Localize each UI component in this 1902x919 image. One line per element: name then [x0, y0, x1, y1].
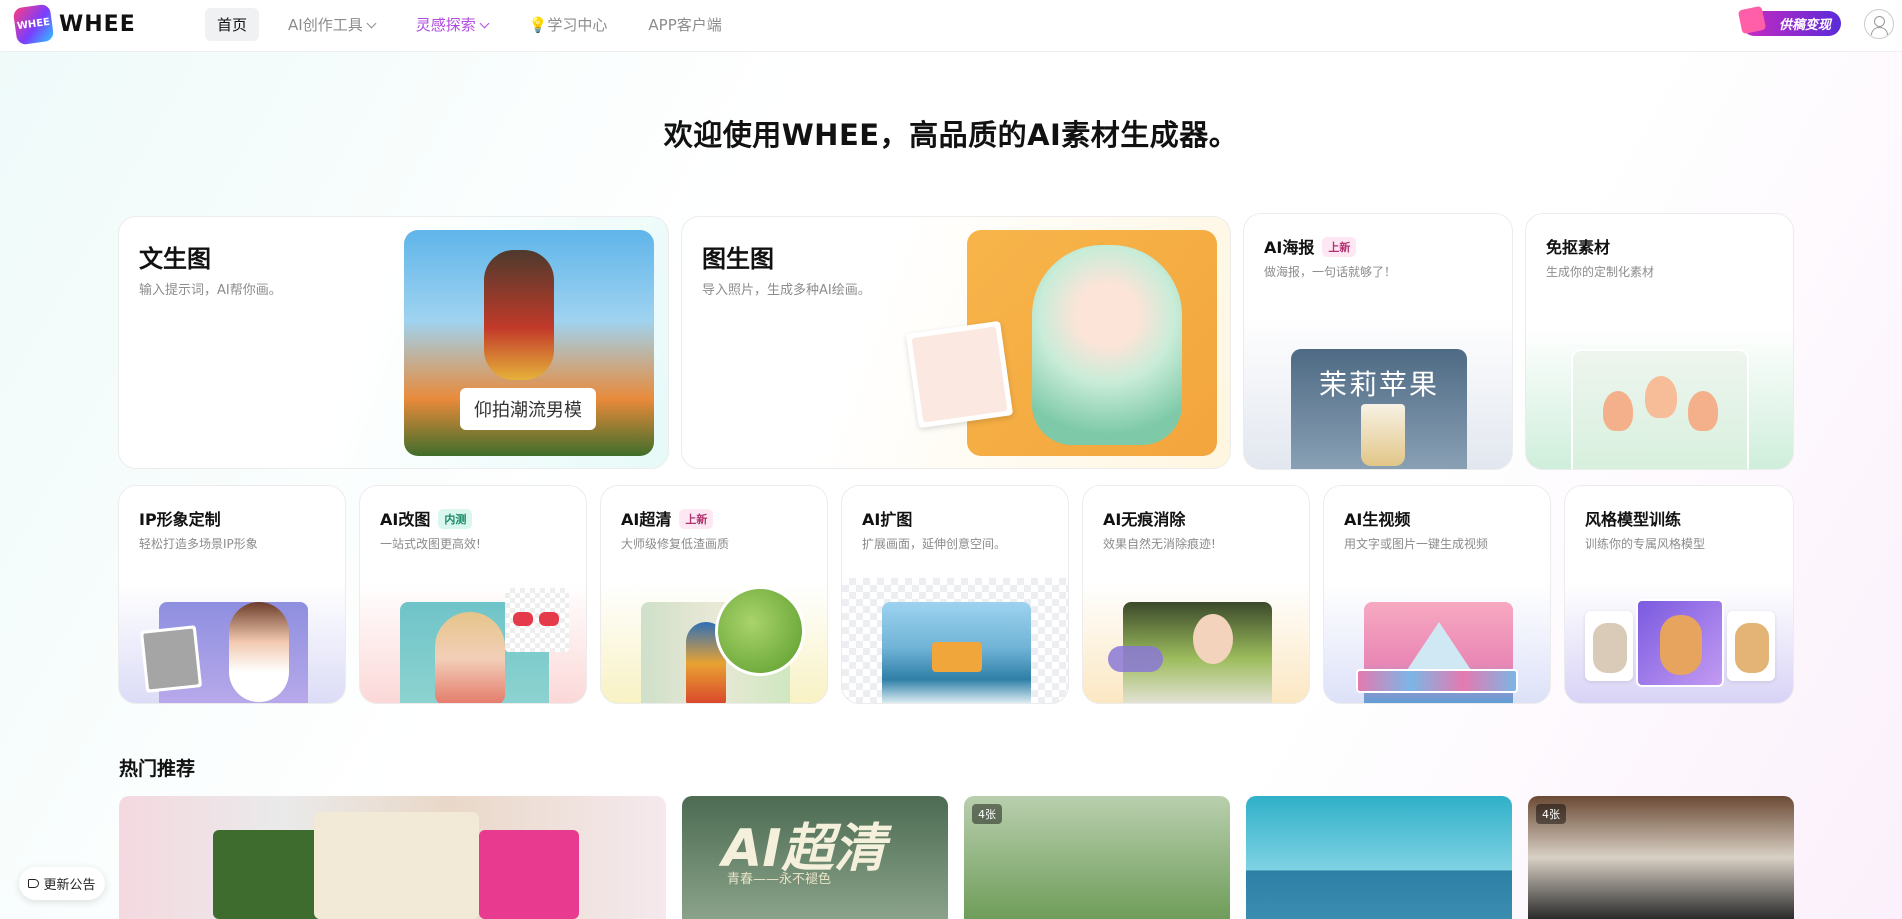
recommend-card[interactable] [1246, 796, 1512, 919]
card-subtitle: 输入提示词，AI帮你画。 [139, 283, 282, 298]
video-timeline [1356, 669, 1518, 693]
chevron-down-icon [479, 18, 490, 29]
feature-card-ip-character[interactable]: IP形象定制 轻松打造多场景IP形象 [118, 485, 346, 704]
image-caption: 仰拍潮流男模 [460, 388, 596, 430]
card-title: 风格模型训练 [1585, 510, 1682, 529]
logo-mark: WHEE [12, 3, 55, 46]
card-subtitle: 用文字或图片一键生成视频 [1344, 537, 1489, 551]
gift-icon [1737, 5, 1767, 35]
bear-right [1727, 611, 1775, 681]
card-subtitle: 效果自然无消除痕迹! [1103, 537, 1216, 551]
logo-text: WHEE [59, 12, 136, 37]
page-title: 欢迎使用WHEE，高品质的AI素材生成器。 [663, 118, 1239, 152]
recommend-card[interactable]: 4张 [1528, 796, 1794, 919]
feature-card-ai-edit[interactable]: AI改图 内测 一站式改图更高效! [359, 485, 587, 704]
logo[interactable]: WHEE WHEE [12, 3, 136, 46]
feature-card-ai-poster[interactable]: AI海报 上新 做海报，一句话就够了！ 茉莉苹果 [1243, 213, 1513, 470]
thumbnail-photo [139, 625, 203, 693]
nav-home[interactable]: 首页 [205, 8, 260, 41]
card-subtitle: 大师级修复低渣画质 [621, 537, 730, 551]
recommend-card[interactable]: 4张 [964, 796, 1230, 919]
user-avatar[interactable] [1864, 9, 1894, 39]
card-title: 图生图 [702, 245, 774, 273]
nav-inspiration[interactable]: 灵感探索 [404, 8, 500, 41]
feature-card-cutout-assets[interactable]: 免抠素材 生成你的定制化素材 [1525, 213, 1794, 470]
bear-center [1636, 599, 1724, 687]
poster-text: 茉莉苹果 [1318, 368, 1439, 401]
image-count-badge: 4张 [1536, 804, 1566, 824]
nav-inspiration-label: 灵感探索 [415, 16, 476, 34]
card-subtitle: 导入照片，生成多种AI绘画。 [702, 283, 871, 298]
card-title-text: AI超清 [621, 510, 672, 529]
top-header: WHEE WHEE 首页 AI创作工具 灵感探索 💡学习中心 APP客户端 供稿… [0, 0, 1902, 52]
card-subtitle: 扩展画面，延伸创意空间。 [862, 537, 1007, 551]
promo-label: 供稿变现 [1778, 18, 1831, 33]
section-title-hot: 热门推荐 [119, 758, 196, 780]
main-nav: 首页 AI创作工具 灵感探索 💡学习中心 APP客户端 [205, 8, 751, 41]
card-subtitle: 一站式改图更高效! [380, 537, 481, 551]
nav-ai-tools-label: AI创作工具 [288, 16, 363, 34]
card-image [882, 602, 1031, 703]
card-title: AI海报 上新 [1264, 234, 1357, 258]
card-image [967, 230, 1217, 456]
feature-card-ai-video[interactable]: AI生视频 用文字或图片一键生成视频 [1323, 485, 1551, 704]
feature-card-ai-outpaint[interactable]: AI扩图 扩展画面，延伸创意空间。 [841, 485, 1069, 704]
card-title: 免抠素材 [1546, 238, 1611, 257]
card-title: IP形象定制 [139, 510, 221, 529]
update-notice-button[interactable]: 更新公告 [19, 867, 105, 900]
magnifier-lens [715, 586, 805, 676]
recommend-overlay-subtext: 青春——永不褪色 [727, 872, 832, 887]
megaphone-icon [28, 879, 40, 888]
feature-card-ai-upscale[interactable]: AI超清 上新 大师级修复低渣画质 [600, 485, 828, 704]
bear-left [1585, 611, 1633, 681]
card-subtitle: 生成你的定制化素材 [1546, 265, 1655, 279]
card-subtitle: 轻松打造多场景IP形象 [139, 537, 258, 551]
new-badge: 上新 [1322, 237, 1357, 257]
feature-card-ai-eraser[interactable]: AI无痕消除 效果自然无消除痕迹! [1082, 485, 1310, 704]
card-title: AI扩图 [862, 510, 913, 529]
update-notice-label: 更新公告 [43, 878, 96, 893]
nav-learning-center[interactable]: 💡学习中心 [517, 8, 620, 41]
recommend-card[interactable] [119, 796, 666, 919]
card-title-text: AI海报 [1264, 238, 1315, 257]
card-subtitle: 训练你的专属风格模型 [1585, 537, 1706, 551]
card-title: AI超清 上新 [621, 506, 714, 530]
card-image: 茉莉苹果 [1291, 349, 1467, 469]
nav-app-client[interactable]: APP客户端 [636, 8, 733, 41]
card-title-text: AI改图 [380, 510, 431, 529]
card-subtitle: 做海报，一句话就够了！ [1264, 265, 1397, 279]
contributor-promo-button[interactable]: 供稿变现 [1737, 5, 1841, 36]
sunglasses-sticker [505, 588, 569, 652]
feature-card-style-model-training[interactable]: 风格模型训练 训练你的专属风格模型 [1564, 485, 1794, 704]
recommend-card[interactable]: AI超清 青春——永不褪色 [682, 796, 948, 919]
nav-ai-tools[interactable]: AI创作工具 [276, 8, 387, 41]
eraser-blob [1108, 646, 1163, 672]
card-title: AI生视频 [1344, 510, 1411, 529]
card-title: AI改图 内测 [380, 506, 473, 530]
feature-card-text-to-image[interactable]: 文生图 输入提示词，AI帮你画。 仰拍潮流男模 [118, 216, 669, 469]
new-badge: 上新 [679, 509, 714, 529]
card-title: AI无痕消除 [1103, 510, 1186, 529]
feature-card-image-to-image[interactable]: 图生图 导入照片，生成多种AI绘画。 [681, 216, 1231, 469]
card-image: 仰拍潮流男模 [404, 230, 654, 456]
image-count-badge: 4张 [972, 804, 1002, 824]
thumbnail-photo [905, 320, 1014, 429]
chevron-down-icon [366, 18, 377, 29]
card-title: 文生图 [139, 245, 211, 273]
card-image [1571, 349, 1749, 469]
beta-badge: 内测 [438, 509, 473, 529]
